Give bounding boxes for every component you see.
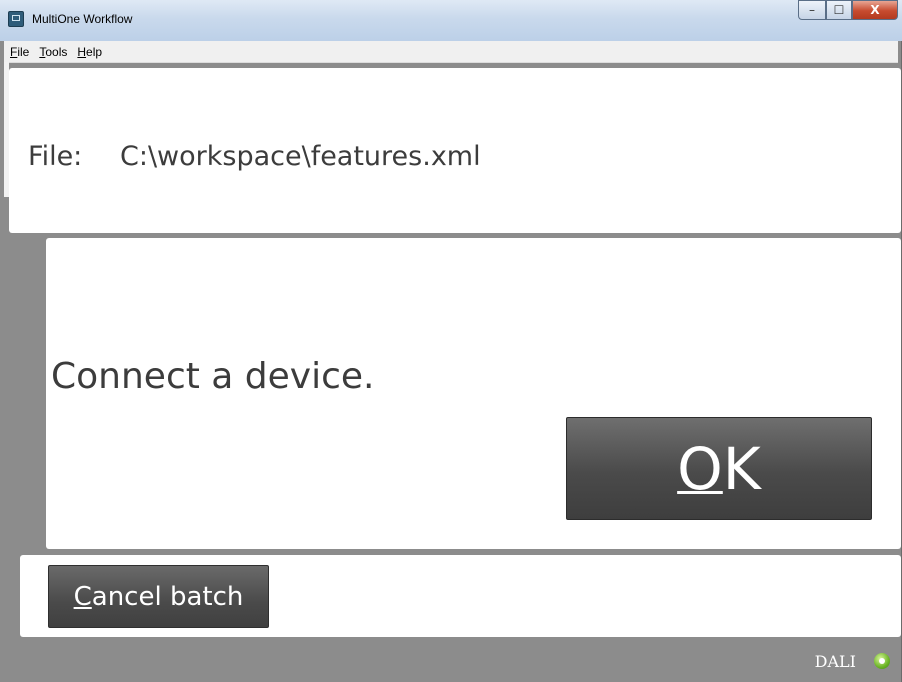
message-panel: Connect a device. OK [46, 238, 901, 549]
file-path: C:\workspace\features.xml [120, 141, 481, 172]
app-window: MultiOne Workflow – ☐ X File Tools Help … [0, 0, 902, 682]
status-bar: DALI [0, 640, 902, 682]
ok-mnemonic: O [677, 434, 723, 503]
file-panel: File: C:\workspace\features.xml [9, 68, 901, 233]
menu-help[interactable]: Help [73, 45, 106, 59]
window-title: MultiOne Workflow [32, 12, 133, 26]
action-panel: Cancel batch [20, 555, 901, 637]
file-label: File: [28, 141, 83, 172]
menu-help-label: elp [86, 44, 103, 59]
close-button[interactable]: X [852, 0, 898, 20]
cancel-mnemonic: C [73, 581, 92, 612]
maximize-button[interactable]: ☐ [826, 0, 852, 20]
menu-file-label: ile [17, 44, 30, 59]
menu-help-mnemonic: H [77, 44, 87, 59]
minimize-button[interactable]: – [798, 0, 826, 20]
menu-file[interactable]: File [6, 45, 33, 59]
menu-tools-label: ools [45, 44, 68, 59]
instruction-message: Connect a device. [51, 356, 375, 397]
cancel-batch-button[interactable]: Cancel batch [48, 565, 269, 628]
interface-status: DALI [814, 652, 856, 671]
ok-label: K [722, 434, 761, 503]
menu-tools[interactable]: Tools [35, 45, 71, 59]
caption-buttons: – ☐ X [798, 0, 898, 22]
ok-button[interactable]: OK [566, 417, 872, 520]
menu-bar: File Tools Help [4, 41, 898, 63]
title-bar[interactable]: MultiOne Workflow – ☐ X [0, 0, 902, 41]
app-icon [8, 11, 24, 27]
connection-status-icon [874, 653, 890, 669]
cancel-label: ancel batch [91, 581, 244, 612]
